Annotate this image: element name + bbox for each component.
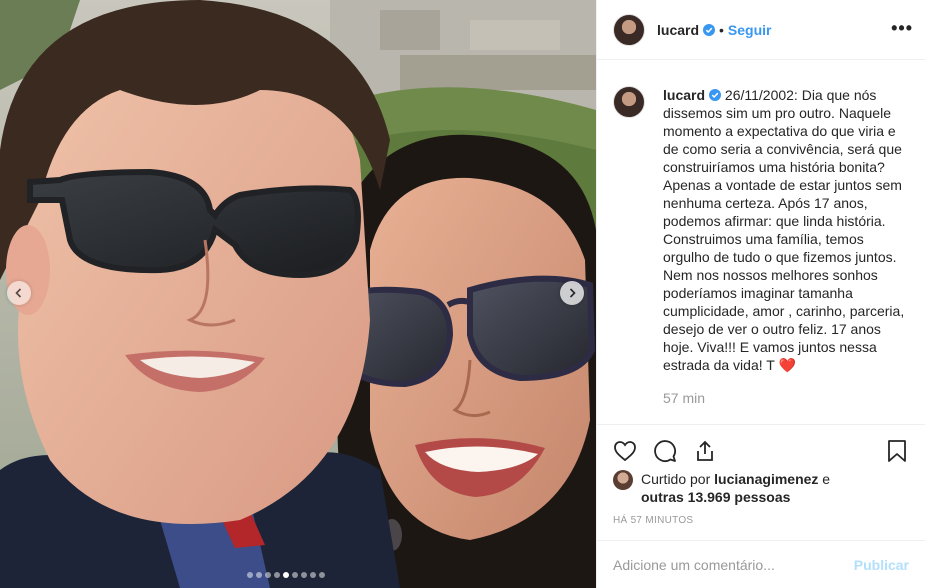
publish-button[interactable]: Publicar <box>854 557 909 573</box>
photo-scene <box>0 0 596 588</box>
liker-username[interactable]: lucianagimenez <box>714 471 818 487</box>
carousel-dot <box>265 572 271 578</box>
caption-author-avatar[interactable] <box>613 86 645 118</box>
caption-text: 26/11/2002: Dia que nós dissemos sim um … <box>663 87 905 373</box>
instagram-post: lucard • Seguir ••• lucard 26/11/2002: D… <box>0 0 925 588</box>
follow-button[interactable]: Seguir <box>728 22 772 38</box>
chevron-left-icon <box>15 288 22 298</box>
carousel-dot <box>292 572 298 578</box>
bookmark-icon[interactable] <box>885 439 909 463</box>
post-timestamp[interactable]: HÁ 57 MINUTOS <box>613 515 909 526</box>
heart-icon[interactable] <box>613 439 637 463</box>
post-actions: Curtido por lucianagimenez e outras 13.9… <box>597 424 925 526</box>
post-photo[interactable] <box>0 0 596 588</box>
carousel-dot <box>247 572 253 578</box>
carousel-dot <box>256 572 262 578</box>
caption-comment: lucard 26/11/2002: Dia que nós dissemos … <box>613 86 909 407</box>
carousel-indicator <box>247 572 325 578</box>
likes-conjunction: e <box>818 471 831 487</box>
verified-badge-icon <box>709 89 722 101</box>
comment-icon[interactable] <box>653 439 677 463</box>
author-username[interactable]: lucard <box>657 22 699 38</box>
comments-list[interactable]: lucard 26/11/2002: Dia que nós dissemos … <box>597 61 925 424</box>
carousel-dot <box>310 572 316 578</box>
add-comment-form: Publicar <box>597 540 925 588</box>
comment-input[interactable] <box>613 556 854 573</box>
share-icon[interactable] <box>693 439 717 463</box>
previous-photo-button[interactable] <box>7 281 31 305</box>
separator-bullet: • <box>719 21 724 38</box>
caption-author-username[interactable]: lucard <box>663 87 705 103</box>
verified-badge-icon <box>703 23 716 36</box>
post-side-panel: lucard • Seguir ••• lucard 26/11/2002: D… <box>596 0 925 588</box>
likes-text: Curtido por lucianagimenez e outras 13.9… <box>641 470 830 506</box>
likes-others-link[interactable]: outras 13.969 pessoas <box>641 489 790 505</box>
likes-prefix: Curtido por <box>641 471 715 487</box>
likes-summary: Curtido por lucianagimenez e outras 13.9… <box>613 470 909 506</box>
carousel-dot <box>274 572 280 578</box>
carousel-dot <box>319 572 325 578</box>
caption-body: lucard 26/11/2002: Dia que nós dissemos … <box>663 86 909 407</box>
chevron-right-icon <box>569 288 576 298</box>
more-options-icon[interactable]: ••• <box>891 18 913 39</box>
next-photo-button[interactable] <box>560 281 584 305</box>
carousel-dot <box>301 572 307 578</box>
liker-avatar[interactable] <box>613 470 633 490</box>
heart-emoji: ❤️ <box>778 357 796 373</box>
author-avatar[interactable] <box>613 13 645 46</box>
caption-timestamp[interactable]: 57 min <box>663 389 909 407</box>
carousel-dot <box>283 572 289 578</box>
post-header: lucard • Seguir ••• <box>597 0 925 60</box>
